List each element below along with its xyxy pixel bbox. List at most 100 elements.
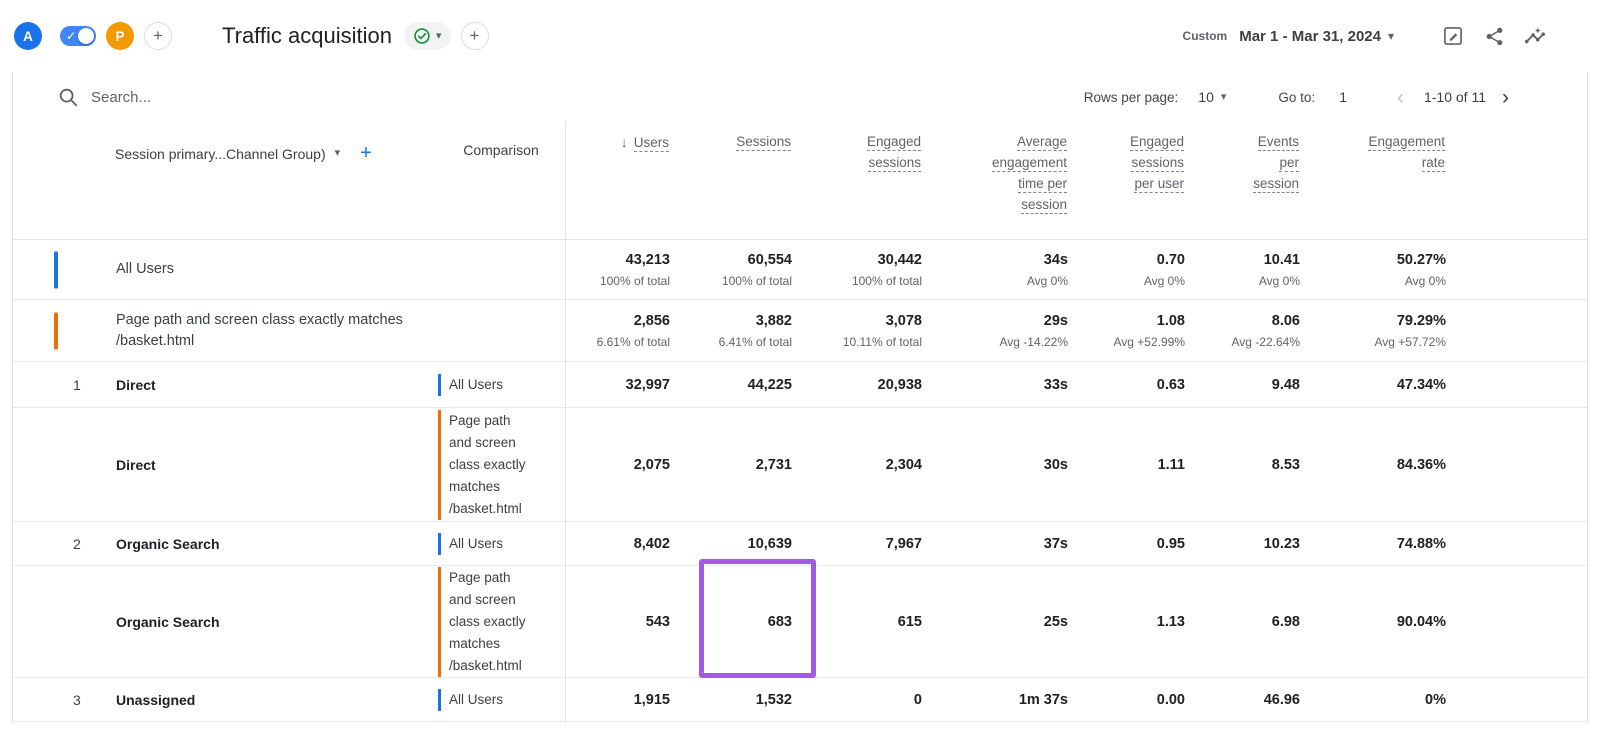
- table-search[interactable]: [57, 86, 511, 108]
- comparison-toggle[interactable]: ✓: [60, 26, 96, 46]
- row-index: 3: [54, 692, 116, 708]
- chevron-down-icon[interactable]: ▾: [1388, 30, 1394, 42]
- table-controls-row: Rows per page: 10 ▾ Go to: 1 ‹ 1-10 of 1…: [13, 72, 1587, 122]
- metric-cell: 8.06Avg -22.64%: [1188, 313, 1303, 349]
- metric-cell: 20,938: [795, 377, 925, 393]
- channel-name: Unassigned: [116, 692, 438, 708]
- metric-cell: 84.36%: [1303, 457, 1449, 473]
- channel-name: Direct: [116, 457, 438, 473]
- search-input[interactable]: [91, 89, 511, 106]
- metric-cell: 60,554100% of total: [673, 252, 795, 288]
- comparison-chip-a[interactable]: A: [14, 22, 42, 50]
- metric-cell: 615: [795, 614, 925, 630]
- metric-cell: 2,075: [566, 457, 673, 473]
- next-page-icon[interactable]: ›: [1502, 87, 1509, 108]
- metric-cell: 1.13: [1071, 614, 1188, 630]
- column-header-sessions[interactable]: Sessions: [672, 134, 794, 218]
- report-status-badge[interactable]: ▾: [404, 22, 451, 50]
- metric-cell: 33s: [925, 377, 1071, 393]
- metric-cell: 8.53: [1188, 457, 1303, 473]
- metric-cell: 30,442100% of total: [795, 252, 925, 288]
- column-header-engaged-sessions-per-user[interactable]: Engagedsessionsper user: [1070, 134, 1187, 218]
- top-bar: A ✓ P + Traffic acquisition ▾ + Custom M…: [0, 0, 1600, 72]
- summary-label: All Users: [116, 259, 566, 280]
- data-quality-check-icon: [413, 27, 431, 45]
- channel-name: Organic Search: [116, 614, 438, 630]
- column-header-engagement-rate[interactable]: Engagementrate: [1302, 134, 1448, 218]
- table-row-unassigned-all-users: 3 Unassigned All Users 1,915 1,532 0 1m …: [13, 678, 1587, 722]
- metric-cell: 0: [795, 692, 925, 708]
- customize-report-icon[interactable]: [1441, 24, 1465, 48]
- comparison-chip-p[interactable]: P: [106, 22, 134, 50]
- table-body: All Users 43,213100% of total 60,554100%…: [13, 240, 1587, 722]
- sort-descending-icon: ↓: [621, 134, 628, 150]
- search-icon: [57, 86, 79, 108]
- chevron-down-icon[interactable]: ▾: [1221, 92, 1227, 103]
- metric-cell: 1.11: [1071, 457, 1188, 473]
- metric-cell: 30s: [925, 457, 1071, 473]
- metric-cell: 32,997: [566, 377, 673, 393]
- metric-cell: 25s: [925, 614, 1071, 630]
- pagination-range: 1-10 of 11: [1424, 89, 1486, 105]
- comparison-accent-bar: [54, 251, 58, 288]
- metric-cell: 1,915: [566, 692, 673, 708]
- go-to-page-input[interactable]: 1: [1339, 89, 1347, 105]
- add-comparison-button[interactable]: +: [144, 22, 172, 50]
- column-header-events-per-session[interactable]: Eventspersession: [1187, 134, 1302, 218]
- metric-cell: 50.27%Avg 0%: [1303, 252, 1449, 288]
- column-header-users[interactable]: ↓Users: [565, 134, 672, 218]
- comparison-cell: All Users: [438, 374, 566, 396]
- metric-cell: 0.00: [1071, 692, 1188, 708]
- metric-cell: 3,8826.41% of total: [673, 313, 795, 349]
- metric-cell: 2,731: [673, 457, 795, 473]
- row-index: 1: [54, 377, 116, 393]
- add-dimension-icon[interactable]: +: [360, 142, 372, 165]
- table-row-direct-all-users: 1 Direct All Users 32,997 44,225 20,938 …: [13, 362, 1587, 408]
- table-row-organic-search-basket: Organic Search Page pathand screenclass …: [13, 566, 1587, 678]
- channel-name: Direct: [116, 377, 438, 393]
- metric-cell: 0.95: [1071, 536, 1188, 552]
- dimension-header-label: Session primary...Channel Group): [115, 146, 326, 162]
- check-icon: ✓: [66, 28, 76, 44]
- chevron-down-icon[interactable]: ▾: [335, 148, 341, 159]
- metric-cell: 10.41Avg 0%: [1188, 252, 1303, 288]
- comparison-column-header: Comparison: [437, 142, 565, 158]
- metric-cell: 10,639: [673, 536, 795, 552]
- metric-cell-highlighted: 683: [673, 614, 795, 630]
- metric-cell: 9.48: [1188, 377, 1303, 393]
- metric-cell: 74.88%: [1303, 536, 1449, 552]
- row-index: 2: [54, 536, 116, 552]
- comparison-cell: Page pathand screenclass exactlymatches/…: [438, 410, 566, 520]
- date-preset-label: Custom: [1183, 29, 1228, 43]
- metric-cell: 7,967: [795, 536, 925, 552]
- metric-cell: 0.63: [1071, 377, 1188, 393]
- column-header-engaged-sessions[interactable]: Engagedsessions: [794, 134, 924, 218]
- date-range-selector[interactable]: Mar 1 - Mar 31, 2024: [1239, 28, 1381, 45]
- column-header-average-engagement-time-per-session[interactable]: Averageengagementtime persession: [924, 134, 1070, 218]
- previous-page-icon[interactable]: ‹: [1397, 87, 1404, 108]
- page-title: Traffic acquisition: [222, 23, 392, 49]
- rows-per-page-select[interactable]: 10: [1198, 89, 1214, 105]
- toggle-knob: [78, 28, 94, 44]
- metric-cell: 543: [566, 614, 673, 630]
- metric-cell: 2,304: [795, 457, 925, 473]
- channel-name: Organic Search: [116, 536, 438, 552]
- metric-cell: 1,532: [673, 692, 795, 708]
- insights-icon[interactable]: [1523, 24, 1547, 48]
- share-icon[interactable]: [1482, 24, 1506, 48]
- metric-cell: 43,213100% of total: [566, 252, 673, 288]
- top-bar-right: Custom Mar 1 - Mar 31, 2024 ▾: [1183, 24, 1600, 48]
- comparison-cell: Page pathand screenclass exactlymatches/…: [438, 567, 566, 677]
- summary-label: Page path and screen class exactly match…: [116, 310, 566, 352]
- metric-cell: 8,402: [566, 536, 673, 552]
- add-report-tab-button[interactable]: +: [461, 22, 489, 50]
- metric-cell: 29sAvg -14.22%: [925, 313, 1071, 349]
- metric-cell: 10.23: [1188, 536, 1303, 552]
- report-table-card: Rows per page: 10 ▾ Go to: 1 ‹ 1-10 of 1…: [12, 72, 1588, 723]
- chevron-down-icon: ▾: [436, 31, 442, 42]
- go-to-label: Go to:: [1278, 90, 1315, 105]
- table-row-organic-search-all-users: 2 Organic Search All Users 8,402 10,639 …: [13, 522, 1587, 566]
- dimension-selector[interactable]: Session primary...Channel Group) ▾ +: [115, 142, 372, 165]
- metric-cell: 0.70Avg 0%: [1071, 252, 1188, 288]
- metric-cell: 79.29%Avg +57.72%: [1303, 313, 1449, 349]
